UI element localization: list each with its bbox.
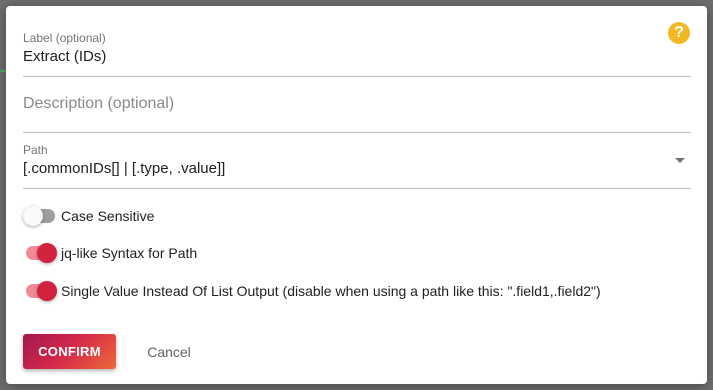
single-value-label: Single Value Instead Of List Output (dis… bbox=[61, 283, 601, 299]
label-field-value[interactable]: Extract (IDs) bbox=[23, 48, 106, 65]
jq-syntax-label: jq-like Syntax for Path bbox=[61, 245, 198, 261]
case-sensitive-label: Case Sensitive bbox=[61, 208, 155, 224]
single-value-switch[interactable] bbox=[23, 281, 57, 301]
switch-thumb bbox=[37, 243, 57, 263]
chevron-down-icon[interactable] bbox=[675, 158, 685, 163]
case-sensitive-switch[interactable] bbox=[23, 206, 57, 226]
cancel-button[interactable]: Cancel bbox=[134, 334, 204, 369]
description-field[interactable]: Description (optional) bbox=[23, 88, 691, 133]
path-field-value[interactable]: [.commonIDs[] | [.type, .value]] bbox=[23, 160, 225, 177]
switch-thumb bbox=[37, 281, 57, 301]
jq-syntax-switch[interactable] bbox=[23, 243, 57, 263]
description-field-placeholder[interactable]: Description (optional) bbox=[23, 95, 174, 113]
confirm-button[interactable]: CONFIRM bbox=[23, 334, 116, 369]
dialog: ? Label (optional) Extract (IDs) Descrip… bbox=[6, 6, 707, 384]
path-field-label: Path bbox=[23, 143, 48, 157]
switch-thumb bbox=[23, 206, 43, 226]
path-field[interactable]: Path [.commonIDs[] | [.type, .value]] bbox=[23, 142, 691, 189]
label-field-label: Label (optional) bbox=[23, 31, 106, 45]
label-field[interactable]: Label (optional) Extract (IDs) bbox=[23, 30, 691, 77]
